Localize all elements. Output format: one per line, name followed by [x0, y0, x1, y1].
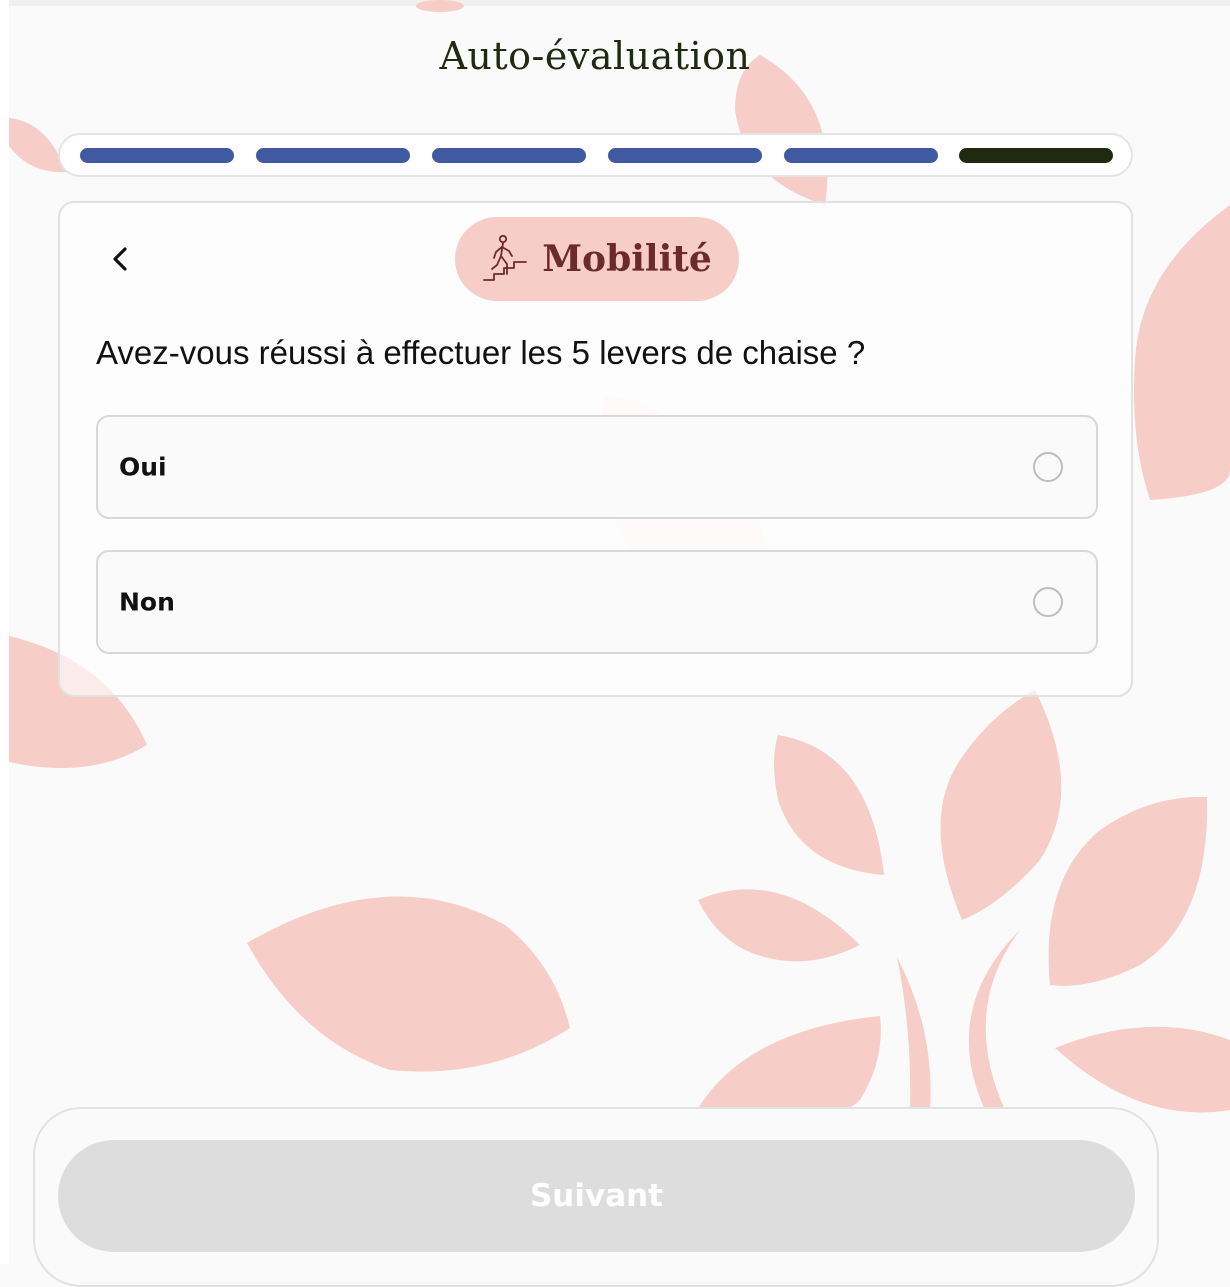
- category-label: Mobilité: [542, 238, 712, 280]
- progress-segment: [608, 148, 762, 163]
- next-button[interactable]: Suivant: [58, 1140, 1135, 1252]
- leaf-shape: [9, 118, 66, 173]
- progress-segment: [80, 148, 234, 163]
- leaf-shape: [697, 1016, 881, 1110]
- stairs-climbing-person-icon: [483, 234, 528, 281]
- progress-segment: [256, 148, 410, 163]
- leaf-shape: [774, 735, 884, 875]
- answer-option-oui[interactable]: Oui: [96, 415, 1098, 519]
- question-card: Mobilité Avez-vous réussi à effectuer le…: [58, 201, 1133, 697]
- leaf-shape: [247, 896, 570, 1072]
- category-badge: Mobilité: [455, 217, 739, 301]
- leaf-shape: [1048, 796, 1208, 986]
- leaf-shape: [1134, 205, 1230, 500]
- progress-segment-current: [959, 148, 1113, 163]
- leaf-shape: [1055, 1026, 1230, 1113]
- progress-segment: [784, 148, 938, 163]
- leaf-shape: [698, 889, 860, 962]
- progress-segment: [432, 148, 586, 163]
- progress-bar: [58, 133, 1133, 177]
- answer-option-label: Non: [119, 587, 175, 617]
- leaf-shape: [897, 957, 931, 1110]
- leaf-shape: [940, 690, 1062, 920]
- chevron-left-icon: [113, 247, 127, 271]
- back-button[interactable]: [100, 237, 140, 281]
- leaf-shape: [416, 0, 464, 12]
- leaf-shape: [968, 930, 1020, 1110]
- radio-button[interactable]: [1033, 452, 1063, 482]
- answer-option-non[interactable]: Non: [96, 550, 1098, 654]
- radio-button[interactable]: [1033, 587, 1063, 617]
- bottom-action-panel: Suivant: [33, 1107, 1159, 1287]
- page-title: Auto-évaluation: [439, 34, 751, 78]
- question-text: Avez-vous réussi à effectuer les 5 lever…: [96, 334, 866, 371]
- answer-option-label: Oui: [119, 452, 167, 482]
